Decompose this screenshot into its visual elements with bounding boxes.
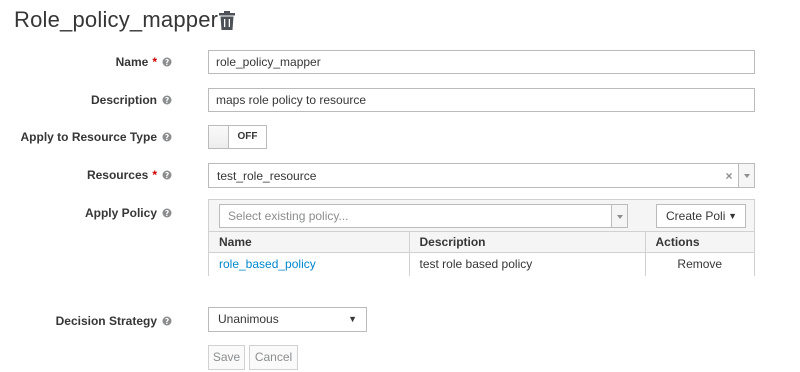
name-field[interactable]: role_policy_mapper	[208, 50, 755, 74]
page-title: Role_policy_mapper	[14, 7, 219, 32]
chevron-down-icon[interactable]	[611, 205, 627, 227]
help-icon[interactable]: ?	[162, 95, 172, 105]
resources-label: Resources * ?	[87, 168, 172, 182]
existing-policy-placeholder: Select existing policy...	[228, 209, 349, 223]
column-header-description: Description	[409, 231, 646, 253]
svg-text:?: ?	[165, 133, 169, 142]
apply-policy-panel: Select existing policy... Create Poli ▼ …	[208, 199, 755, 276]
apply-resource-type-label: Apply to Resource Type ?	[21, 130, 172, 144]
create-policy-label: Create Poli	[666, 209, 726, 223]
help-icon[interactable]: ?	[162, 132, 172, 142]
existing-policy-select[interactable]: Select existing policy...	[219, 204, 628, 228]
svg-text:?: ?	[165, 96, 169, 105]
caret-down-icon: ▼	[348, 314, 357, 324]
caret-down-icon: ▼	[728, 211, 737, 221]
create-policy-select[interactable]: Create Poli ▼	[656, 204, 746, 228]
chevron-down-icon[interactable]	[738, 164, 754, 187]
decision-strategy-value: Unanimous	[218, 312, 279, 326]
policy-name-cell: role_based_policy	[209, 252, 410, 276]
required-marker: *	[152, 55, 157, 69]
decision-strategy-select[interactable]: Unanimous ▼	[208, 307, 367, 332]
toggle-state-text: OFF	[237, 131, 258, 142]
column-header-actions: Actions	[645, 231, 754, 253]
toggle-knob[interactable]	[209, 126, 229, 148]
svg-text:?: ?	[165, 171, 169, 180]
policy-name-link[interactable]: role_based_policy	[219, 257, 316, 271]
remove-policy-button[interactable]: Remove	[645, 252, 754, 276]
clear-icon[interactable]: ×	[720, 169, 738, 183]
decision-strategy-label: Decision Strategy ?	[56, 314, 172, 328]
help-icon[interactable]: ?	[162, 208, 172, 218]
trash-icon[interactable]	[219, 11, 235, 30]
description-label: Description ?	[91, 93, 172, 107]
required-marker: *	[152, 168, 157, 182]
apply-policy-label: Apply Policy ?	[85, 206, 172, 220]
save-button[interactable]: Save	[208, 345, 245, 370]
help-icon[interactable]: ?	[162, 170, 172, 180]
help-icon[interactable]: ?	[162, 57, 172, 67]
name-label: Name * ?	[116, 55, 172, 69]
cancel-button[interactable]: Cancel	[249, 345, 298, 370]
svg-text:?: ?	[165, 317, 169, 326]
policy-table: Name Description Actions role_based_poli…	[209, 231, 754, 276]
table-row: role_based_policy test role based policy…	[209, 252, 754, 276]
svg-text:?: ?	[165, 58, 169, 67]
policy-description-cell: test role based policy	[409, 252, 646, 276]
resources-select[interactable]: test_role_resource ×	[208, 163, 755, 188]
column-header-name: Name	[209, 231, 410, 253]
description-field[interactable]: maps role policy to resource	[208, 88, 755, 112]
table-header-row: Name Description Actions	[209, 231, 754, 253]
help-icon[interactable]: ?	[162, 316, 172, 326]
svg-text:?: ?	[165, 209, 169, 218]
resources-selected-value: test_role_resource	[217, 168, 317, 183]
apply-resource-type-toggle[interactable]: OFF	[208, 125, 267, 149]
